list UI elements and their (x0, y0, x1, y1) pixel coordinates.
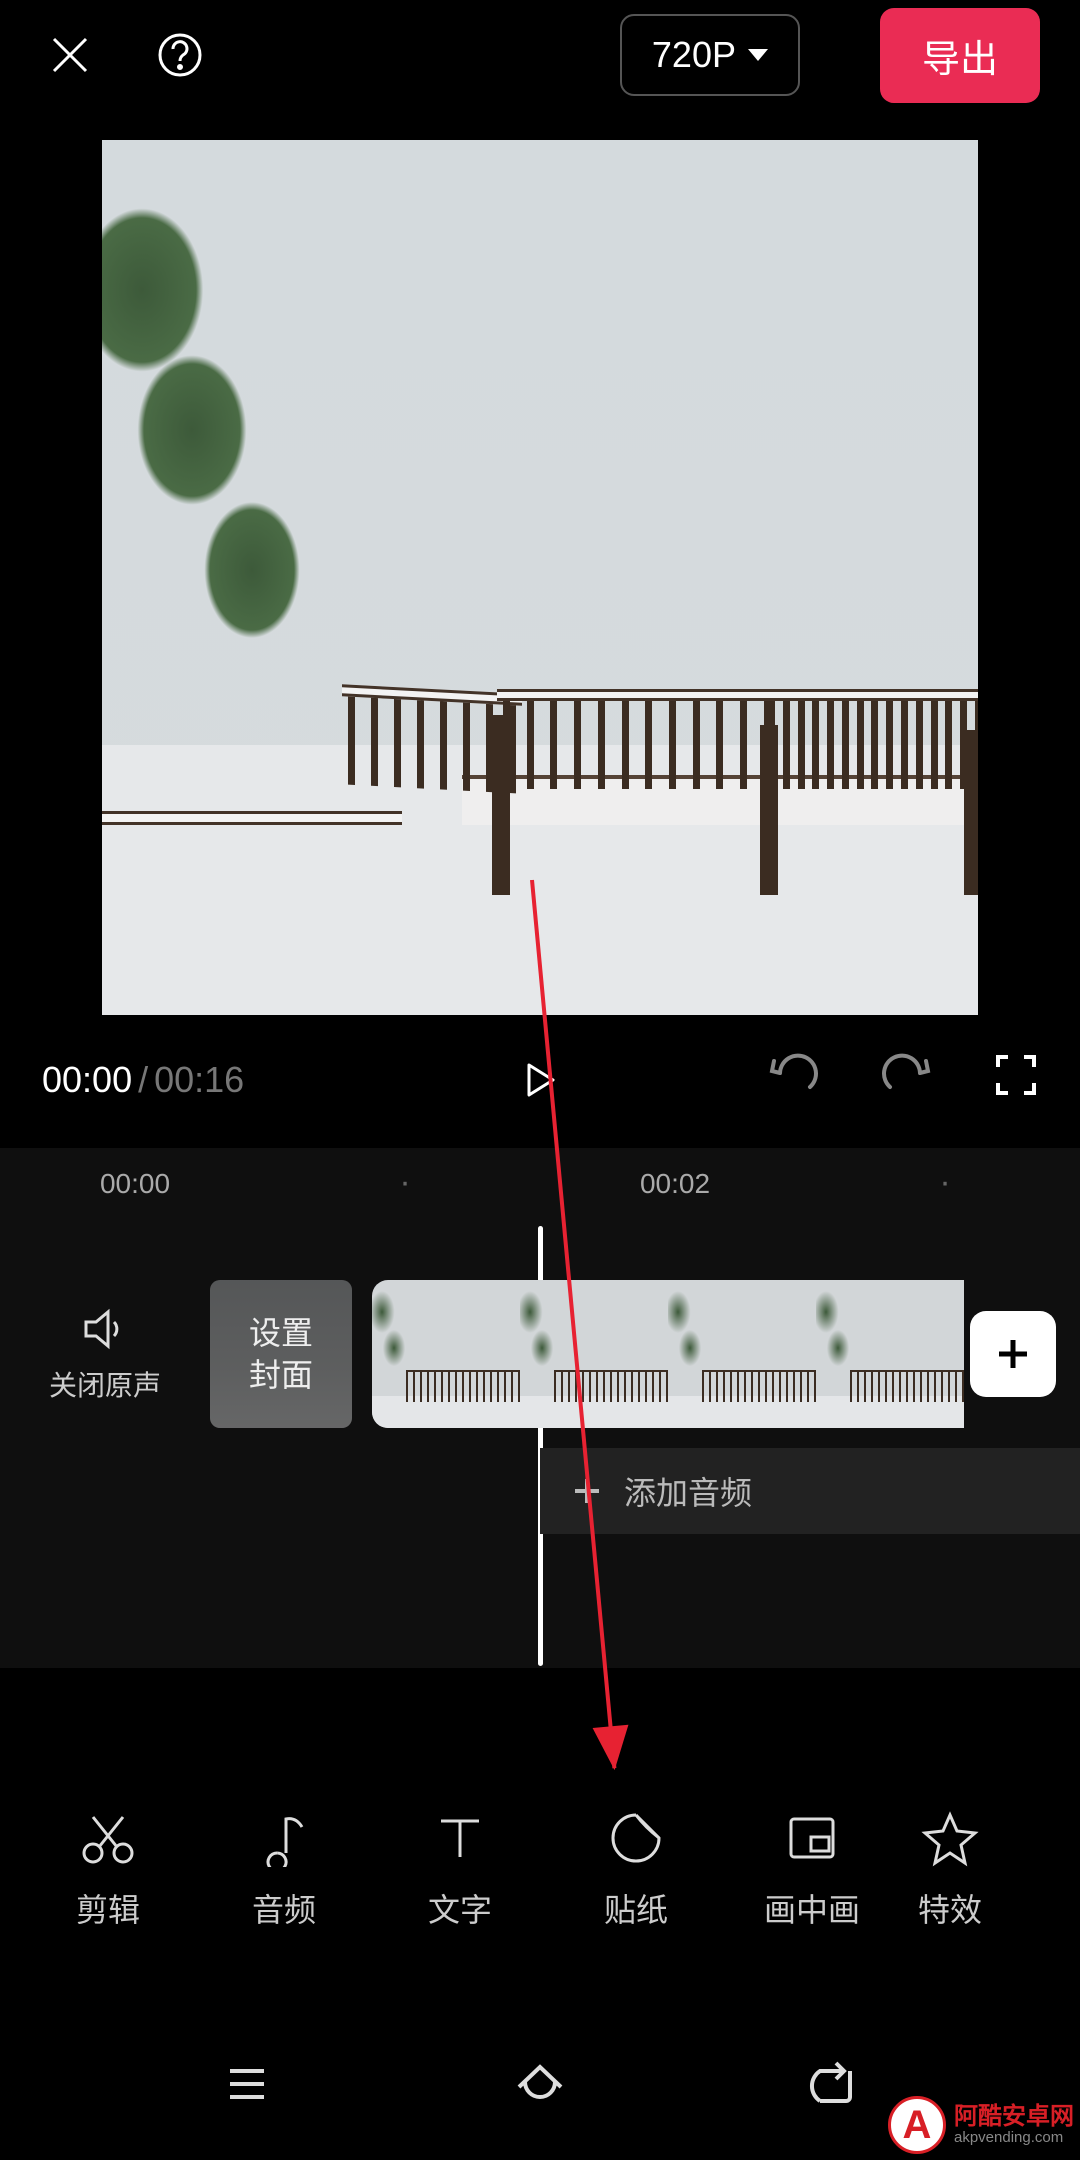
tool-pip[interactable]: 画中画 (724, 1780, 900, 1960)
tool-audio[interactable]: 音频 (196, 1780, 372, 1960)
undo-button[interactable] (766, 1053, 820, 1106)
chevron-down-icon (748, 49, 768, 61)
timeline-ruler: 00:00 · 00:02 · (0, 1148, 1080, 1216)
nav-recent-button[interactable] (218, 2055, 276, 2118)
tool-cut[interactable]: 剪辑 (20, 1780, 196, 1960)
add-audio-button[interactable]: 添加音频 (540, 1448, 1080, 1534)
fullscreen-button[interactable] (994, 1053, 1038, 1106)
total-time: 00:16 (154, 1059, 244, 1101)
picture-in-picture-icon (783, 1809, 841, 1867)
export-button[interactable]: 导出 (880, 8, 1040, 103)
help-button[interactable] (150, 25, 210, 85)
music-note-icon (255, 1809, 313, 1867)
mute-original-button[interactable]: 关闭原声 (0, 1304, 210, 1404)
resolution-dropdown[interactable]: 720P (620, 14, 800, 96)
sticker-icon (607, 1809, 665, 1867)
speaker-icon (80, 1304, 130, 1354)
resolution-label: 720P (652, 34, 736, 76)
video-preview[interactable] (102, 140, 978, 1015)
time-separator: / (138, 1059, 148, 1101)
plus-icon (993, 1334, 1033, 1374)
star-icon (921, 1809, 979, 1867)
current-time: 00:00 (42, 1059, 132, 1101)
tool-sticker[interactable]: 贴纸 (548, 1780, 724, 1960)
redo-button[interactable] (880, 1053, 934, 1106)
set-cover-button[interactable]: 设置封面 (210, 1280, 352, 1428)
close-button[interactable] (40, 25, 100, 85)
tool-effects[interactable]: 特效 (900, 1780, 1000, 1960)
tool-bar: 剪辑 音频 文字 贴纸 画中画 特效 (0, 1780, 1080, 1960)
text-icon (431, 1809, 489, 1867)
nav-home-button[interactable] (511, 2055, 569, 2118)
watermark: A 阿酷安卓网 akpvending.com (888, 2096, 1074, 2154)
add-clip-button[interactable] (970, 1311, 1056, 1397)
scissors-icon (79, 1809, 137, 1867)
nav-back-button[interactable] (804, 2055, 862, 2118)
tool-text[interactable]: 文字 (372, 1780, 548, 1960)
timeline[interactable]: 00:00 · 00:02 · 关闭原声 设置封面 添加音频 (0, 1148, 1080, 1668)
play-button[interactable] (519, 1059, 561, 1101)
